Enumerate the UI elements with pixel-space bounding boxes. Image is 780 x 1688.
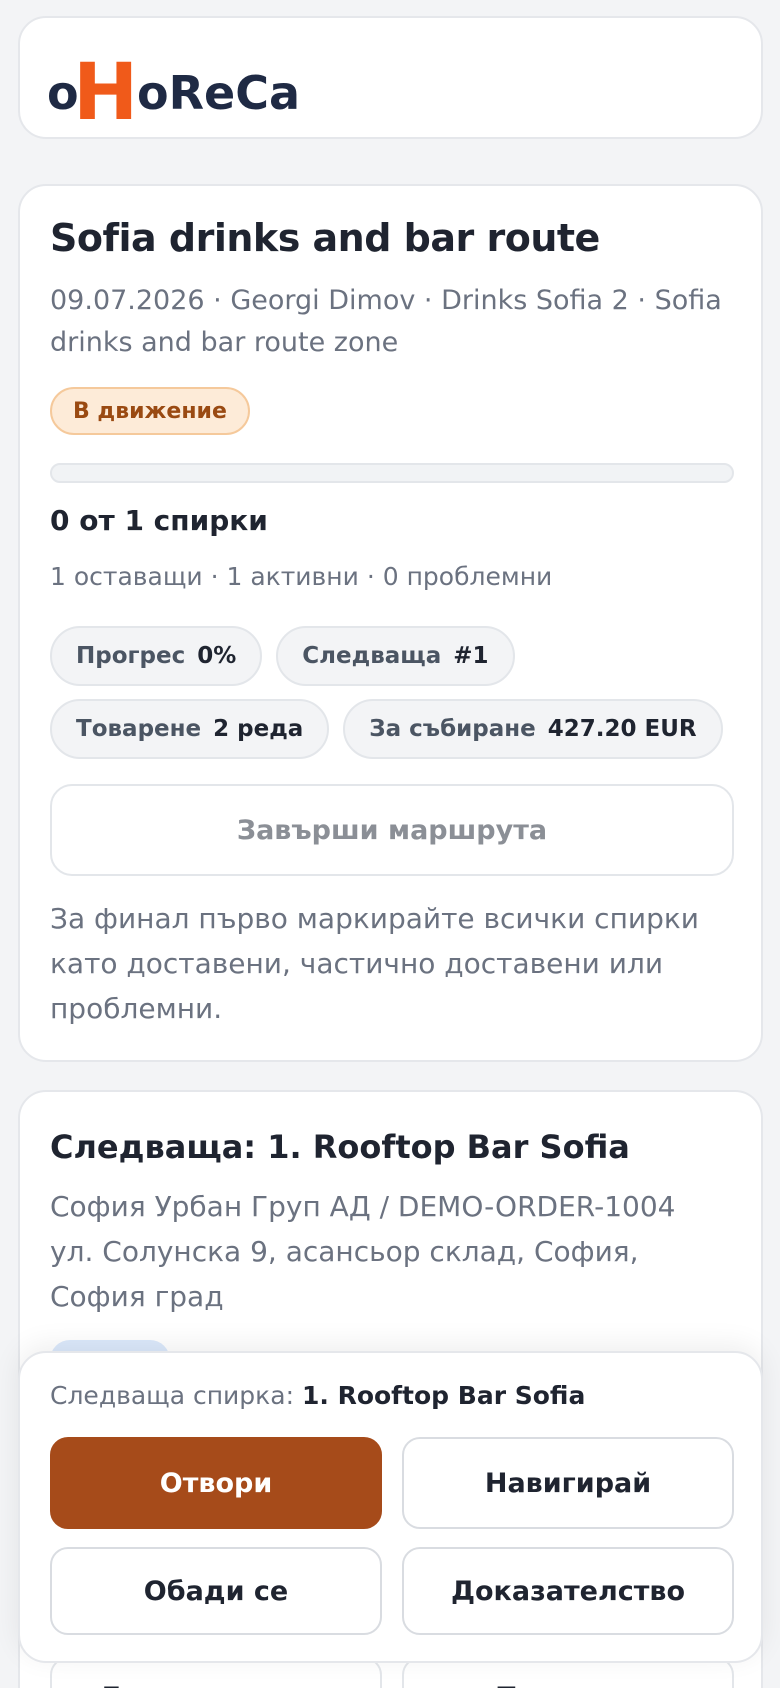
chip-label: За събиране <box>369 716 536 742</box>
next-stop-title: Следваща: 1. Rooftop Bar Sofia <box>50 1128 630 1166</box>
chip-label: Товарене <box>76 716 202 742</box>
call-button[interactable]: Обади се <box>50 1547 382 1635</box>
route-card: Sofia drinks and bar route 09.07.2026 · … <box>18 184 763 1062</box>
chip-to-collect: За събиране 427.20 EUR <box>343 699 723 759</box>
stops-summary: 1 оставащи · 1 активни · 0 проблемни <box>50 562 553 591</box>
chip-label: Прогрес <box>76 643 186 669</box>
chip-progress: Прогрес 0% <box>50 626 263 686</box>
proof-button[interactable]: Доказателство <box>402 1547 734 1635</box>
navigate-button[interactable]: Навигирай <box>402 1437 734 1529</box>
brand-logo-mark: o H oReCa <box>47 49 300 129</box>
chip-value: 427.20 EUR <box>547 716 697 742</box>
next-stop-customer-order: София Урбан Груп АД / DEMO-ORDER-1004 <box>50 1190 676 1223</box>
next-stop-label-name: 1. Rooftop Bar Sofia <box>301 1381 586 1410</box>
brand-logo[interactable]: o H oReCa <box>47 44 307 134</box>
route-meta: 09.07.2026 · Georgi Dimov · Drinks Sofia… <box>50 285 722 358</box>
route-stats: Прогрес 0% Следваща #1 Товарене 2 реда З… <box>50 626 740 772</box>
chip-value: 0% <box>197 643 237 669</box>
logo-card: o H oReCa <box>18 16 763 139</box>
open-button[interactable]: Отвори <box>50 1437 382 1529</box>
finish-route-button[interactable]: Завърши маршрута <box>50 784 734 876</box>
stops-count: 0 от 1 спирки <box>50 504 268 537</box>
finish-hint: За финал първо маркирайте всички спирки … <box>50 902 699 1025</box>
chip-label: Следваща <box>302 643 442 669</box>
next-stop-label: Следваща спирка: 1. Rooftop Bar Sofia <box>50 1381 585 1410</box>
logo-suffix: oReCa <box>137 66 300 120</box>
status-badge: В движение <box>50 387 250 435</box>
route-title: Sofia drinks and bar route <box>50 216 600 260</box>
next-stop-label-prefix: Следваща спирка: <box>50 1381 295 1410</box>
logo-h: H <box>73 49 138 129</box>
chip-value: 2 реда <box>213 716 304 742</box>
chip-value: #1 <box>453 643 489 669</box>
next-stop-details: София Урбан Груп АД / DEMO-ORDER-1004 ул… <box>50 1184 740 1319</box>
sticky-action-bar: Следваща спирка: 1. Rooftop Bar Sofia От… <box>18 1351 763 1663</box>
chip-next: Следваща #1 <box>276 626 515 686</box>
next-stop-address: ул. Солунска 9, асансьор склад, София, С… <box>50 1235 639 1313</box>
route-progress-bar <box>50 463 734 483</box>
chip-loading: Товарене 2 реда <box>50 699 330 759</box>
